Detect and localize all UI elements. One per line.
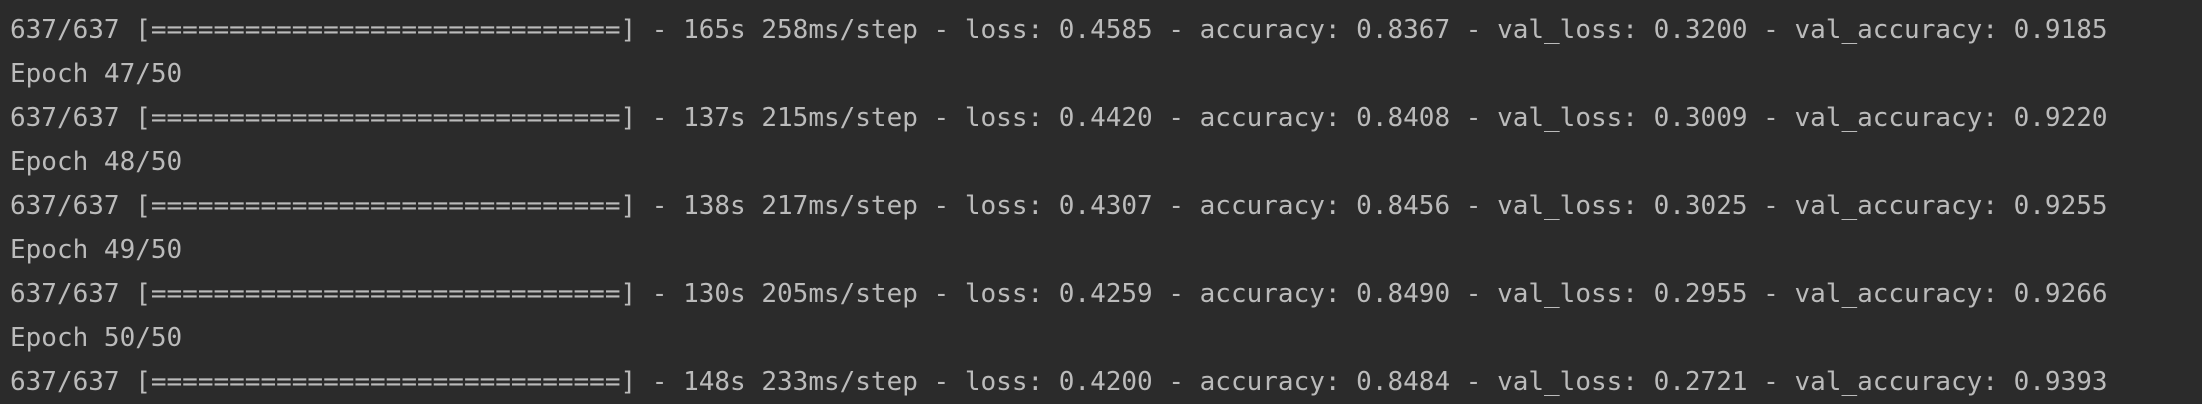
epoch-header-48: Epoch 48/50 (10, 147, 183, 177)
progress-line-epoch-48: 637/637 [==============================]… (10, 191, 2108, 221)
epoch-header-49: Epoch 49/50 (10, 235, 183, 265)
console-output[interactable]: 637/637 [==============================]… (0, 0, 2202, 404)
progress-line-epoch-47: 637/637 [==============================]… (10, 103, 2108, 133)
progress-line-epoch-46: 637/637 [==============================]… (10, 15, 2108, 45)
epoch-header-47: Epoch 47/50 (10, 59, 183, 89)
progress-line-epoch-50: 637/637 [==============================]… (10, 367, 2108, 397)
epoch-header-50: Epoch 50/50 (10, 323, 183, 353)
progress-line-epoch-49: 637/637 [==============================]… (10, 279, 2108, 309)
